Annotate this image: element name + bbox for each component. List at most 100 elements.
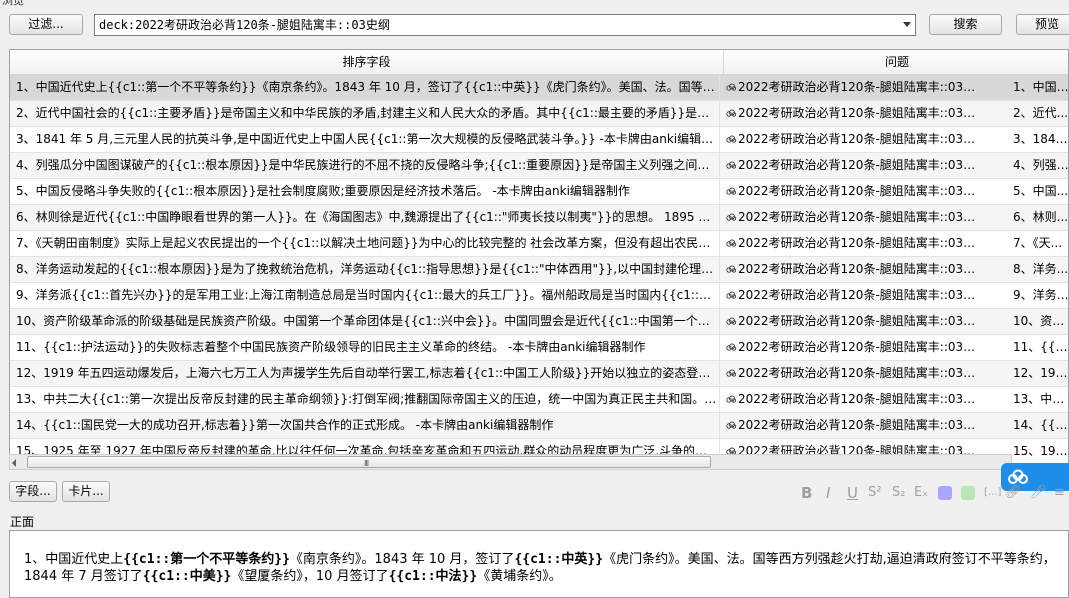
table-row[interactable]: 7、《天朝田亩制度》实际上是起义农民提出的一个{{c1::以解决土地问题}}为中… <box>10 231 1068 257</box>
deck-cell[interactable]: 2022考研政治必背120条-腿姐陆寓丰::03史纲 <box>726 413 984 438</box>
bold-button[interactable]: B <box>801 483 812 503</box>
cloud-small-icon <box>726 239 736 247</box>
table-row[interactable]: 6、林则徐是近代{{c1::中国睁眼看世界的第一人}}。在《海国图志》中,魏源提… <box>10 205 1068 231</box>
question-cell[interactable]: 7、《天... <box>1013 231 1068 256</box>
question-cell[interactable]: 1、中国近... <box>1013 75 1068 100</box>
deck-cell[interactable]: 2022考研政治必背120条-腿姐陆寓丰::03史纲 <box>726 179 984 204</box>
table-row[interactable]: 9、洋务派{{c1::首先兴办}}的是军用工业:上海江南制造总局是当时国内{{c… <box>10 283 1068 309</box>
question-cell[interactable]: 3、1841 ... <box>1013 127 1068 152</box>
cloud-small-icon <box>726 395 736 403</box>
editor-text: 《望厦条约》，10 月签订了 <box>231 569 389 584</box>
clear-format-button[interactable]: Eₓ <box>914 483 928 503</box>
sort-field-cell[interactable]: 1、中国近代史上{{c1::第一个不平等条约}}《南京条约》。1843 年 10… <box>16 75 720 100</box>
cloud-small-icon <box>726 213 736 221</box>
card-table[interactable]: 排序字段 问题 1、中国近代史上{{c1::第一个不平等条约}}《南京条约》。1… <box>9 49 1069 470</box>
table-row[interactable]: 10、资产阶级革命派的阶级基础是民族资产阶级。中国第一个革命团体是{{c1::兴… <box>10 309 1068 335</box>
sort-field-cell[interactable]: 7、《天朝田亩制度》实际上是起义农民提出的一个{{c1::以解决土地问题}}为中… <box>16 231 720 256</box>
question-cell[interactable]: 4、列强瓜... <box>1013 153 1068 178</box>
question-cell[interactable]: 13、中共... <box>1013 387 1068 412</box>
question-cell[interactable]: 2、近代... <box>1013 101 1068 126</box>
question-cell[interactable]: 15、1925... <box>1013 439 1068 464</box>
deck-cell[interactable]: 2022考研政治必背120条-腿姐陆寓丰::03史纲 <box>726 205 984 230</box>
cloud-small-icon <box>726 135 736 143</box>
table-row[interactable]: 13、中共二大{{c1::第一次提出反帝反封建的民主革命纲领}}:打倒军阀;推翻… <box>10 387 1068 413</box>
sort-field-cell[interactable]: 3、1841 年 5 月,三元里人民的抗英斗争,是中国近代史上中国人民{{c1:… <box>16 127 720 152</box>
search-combobox[interactable]: deck:2022考研政治必背120条-腿姐陆寓丰::03史纲 <box>94 14 916 36</box>
horizontal-scrollbar[interactable]: III <box>9 454 1012 470</box>
deck-cell[interactable]: 2022考研政治必背120条-腿姐陆寓丰::03史纲 <box>726 257 984 282</box>
deck-cell[interactable]: 2022考研政治必背120条-腿姐陆寓丰::03史纲 <box>726 153 984 178</box>
front-field-editor[interactable]: 1、中国近代史上{{c1::第一个不平等条约}}《南京条约》。1843 年 10… <box>9 530 1069 598</box>
question-cell[interactable]: 11、{{c1... <box>1013 335 1068 360</box>
sort-field-cell[interactable]: 14、{{c1::国民党一大的成功召开,标志着}}第一次国共合作的正式形成。 -… <box>16 413 720 438</box>
deck-name: 2022考研政治必背120条-腿姐陆寓丰::03史纲 <box>738 392 984 406</box>
deck-cell[interactable]: 2022考研政治必背120条-腿姐陆寓丰::03史纲 <box>726 231 984 256</box>
chevron-down-icon[interactable] <box>903 22 911 27</box>
menu-icon[interactable]: ≡ <box>1054 483 1065 503</box>
cloze-text: {{c1::中美}} <box>142 569 232 584</box>
superscript-button[interactable]: S² <box>868 483 881 503</box>
cloze-text: {{c1::中法}} <box>388 569 478 584</box>
table-row[interactable]: 3、1841 年 5 月,三元里人民的抗英斗争,是中国近代史上中国人民{{c1:… <box>10 127 1068 153</box>
sort-field-cell[interactable]: 13、中共二大{{c1::第一次提出反帝反封建的民主革命纲领}}:打倒军阀;推翻… <box>16 387 720 412</box>
editor-text: 《黄埔条约》。 <box>477 569 562 584</box>
table-row[interactable]: 4、列强瓜分中国图谋破产的{{c1::根本原因}}是中华民族进行的不屈不挠的反侵… <box>10 153 1068 179</box>
sort-field-cell[interactable]: 6、林则徐是近代{{c1::中国睁眼看世界的第一人}}。在《海国图志》中,魏源提… <box>16 205 720 230</box>
window-title-strip: 浏览 <box>0 0 1069 6</box>
deck-cell[interactable]: 2022考研政治必背120条-腿姐陆寓丰::03史纲 <box>726 335 984 360</box>
cards-button[interactable]: 卡片... <box>62 481 110 502</box>
cloze-button[interactable]: [...] <box>984 483 1001 503</box>
cloud-small-icon <box>726 161 736 169</box>
preview-button[interactable]: 预览 <box>1016 14 1069 35</box>
sort-field-cell[interactable]: 5、中国反侵略斗争失败的{{c1::根本原因}}是社会制度腐败;重要原因是经济技… <box>16 179 720 204</box>
attach-icon[interactable]: 🔗︎ <box>1005 483 1022 503</box>
sort-field-cell[interactable]: 9、洋务派{{c1::首先兴办}}的是军用工业:上海江南制造总局是当时国内{{c… <box>16 283 720 308</box>
deck-cell[interactable]: 2022考研政治必背120条-腿姐陆寓丰::03史纲 <box>726 127 984 152</box>
deck-cell[interactable]: 2022考研政治必背120条-腿姐陆寓丰::03史纲 <box>726 309 984 334</box>
deck-name: 2022考研政治必背120条-腿姐陆寓丰::03史纲 <box>738 210 984 224</box>
sort-field-cell[interactable]: 11、{{c1::护法运动}}的失败标志着整个中国民族资产阶级领导的旧民主主义革… <box>16 335 720 360</box>
question-cell[interactable]: 9、洋务派... <box>1013 283 1068 308</box>
question-cell[interactable]: 12、1919... <box>1013 361 1068 386</box>
sort-field-cell[interactable]: 2、近代中国社会的{{c1::主要矛盾}}是帝国主义和中华民族的矛盾,封建主义和… <box>16 101 720 126</box>
underline-button[interactable]: U <box>847 483 858 503</box>
deck-cell[interactable]: 2022考研政治必背120条-腿姐陆寓丰::03史纲 <box>726 75 984 100</box>
deck-cell[interactable]: 2022考研政治必背120条-腿姐陆寓丰::03史纲 <box>726 101 984 126</box>
cloze-text: {{c1::中英}} <box>514 552 604 567</box>
sort-field-cell[interactable]: 10、资产阶级革命派的阶级基础是民族资产阶级。中国第一个革命团体是{{c1::兴… <box>16 309 720 334</box>
deck-cell[interactable]: 2022考研政治必背120条-腿姐陆寓丰::03史纲 <box>726 283 984 308</box>
deck-name: 2022考研政治必背120条-腿姐陆寓丰::03史纲 <box>738 288 984 302</box>
sort-field-cell[interactable]: 12、1919 年五四运动爆发后，上海六七万工人为声援学生先后自动举行罢工,标志… <box>16 361 720 386</box>
deck-cell[interactable]: 2022考研政治必背120条-腿姐陆寓丰::03史纲 <box>726 361 984 386</box>
filter-button[interactable]: 过滤... <box>9 14 83 35</box>
table-row[interactable]: 5、中国反侵略斗争失败的{{c1::根本原因}}是社会制度腐败;重要原因是经济技… <box>10 179 1068 205</box>
column-header-question[interactable]: 问题 <box>724 50 1068 74</box>
table-row[interactable]: 12、1919 年五四运动爆发后，上海六七万工人为声援学生先后自动举行罢工,标志… <box>10 361 1068 387</box>
scrollbar-thumb[interactable]: III <box>27 456 711 468</box>
sort-field-cell[interactable]: 8、洋务运动发起的{{c1::根本原因}}是为了挽救统治危机，洋务运动{{c1:… <box>16 257 720 282</box>
question-cell[interactable]: 10、资产... <box>1013 309 1068 334</box>
table-row[interactable]: 1、中国近代史上{{c1::第一个不平等条约}}《南京条约》。1843 年 10… <box>10 75 1068 101</box>
fields-button[interactable]: 字段... <box>9 481 57 502</box>
deck-cell[interactable]: 2022考研政治必背120条-腿姐陆寓丰::03史纲 <box>726 387 984 412</box>
search-button[interactable]: 搜索 <box>929 14 1002 35</box>
table-row[interactable]: 8、洋务运动发起的{{c1::根本原因}}是为了挽救统治危机，洋务运动{{c1:… <box>10 257 1068 283</box>
question-cell[interactable]: 8、洋务... <box>1013 257 1068 282</box>
scroll-left-icon[interactable] <box>12 459 16 467</box>
search-input[interactable]: deck:2022考研政治必背120条-腿姐陆寓丰::03史纲 <box>99 15 390 35</box>
table-row[interactable]: 11、{{c1::护法运动}}的失败标志着整个中国民族资产阶级领导的旧民主主义革… <box>10 335 1068 361</box>
deck-name: 2022考研政治必背120条-腿姐陆寓丰::03史纲 <box>738 158 984 172</box>
italic-button[interactable]: I <box>826 483 830 503</box>
question-cell[interactable]: 14、{{c1... <box>1013 413 1068 438</box>
sort-field-cell[interactable]: 4、列强瓜分中国图谋破产的{{c1::根本原因}}是中华民族进行的不屈不挠的反侵… <box>16 153 720 178</box>
microphone-icon[interactable]: 🎤︎ <box>1030 483 1047 503</box>
table-row[interactable]: 14、{{c1::国民党一大的成功召开,标志着}}第一次国共合作的正式形成。 -… <box>10 413 1068 439</box>
text-color-button[interactable] <box>938 486 952 500</box>
column-header-sort-field[interactable]: 排序字段 <box>10 50 724 74</box>
question-cell[interactable]: 6、林则... <box>1013 205 1068 230</box>
highlight-color-button[interactable] <box>961 486 975 500</box>
question-cell[interactable]: 5、中国... <box>1013 179 1068 204</box>
table-header: 排序字段 问题 <box>10 50 1068 75</box>
table-row[interactable]: 2、近代中国社会的{{c1::主要矛盾}}是帝国主义和中华民族的矛盾,封建主义和… <box>10 101 1068 127</box>
subscript-button[interactable]: S₂ <box>892 483 905 503</box>
